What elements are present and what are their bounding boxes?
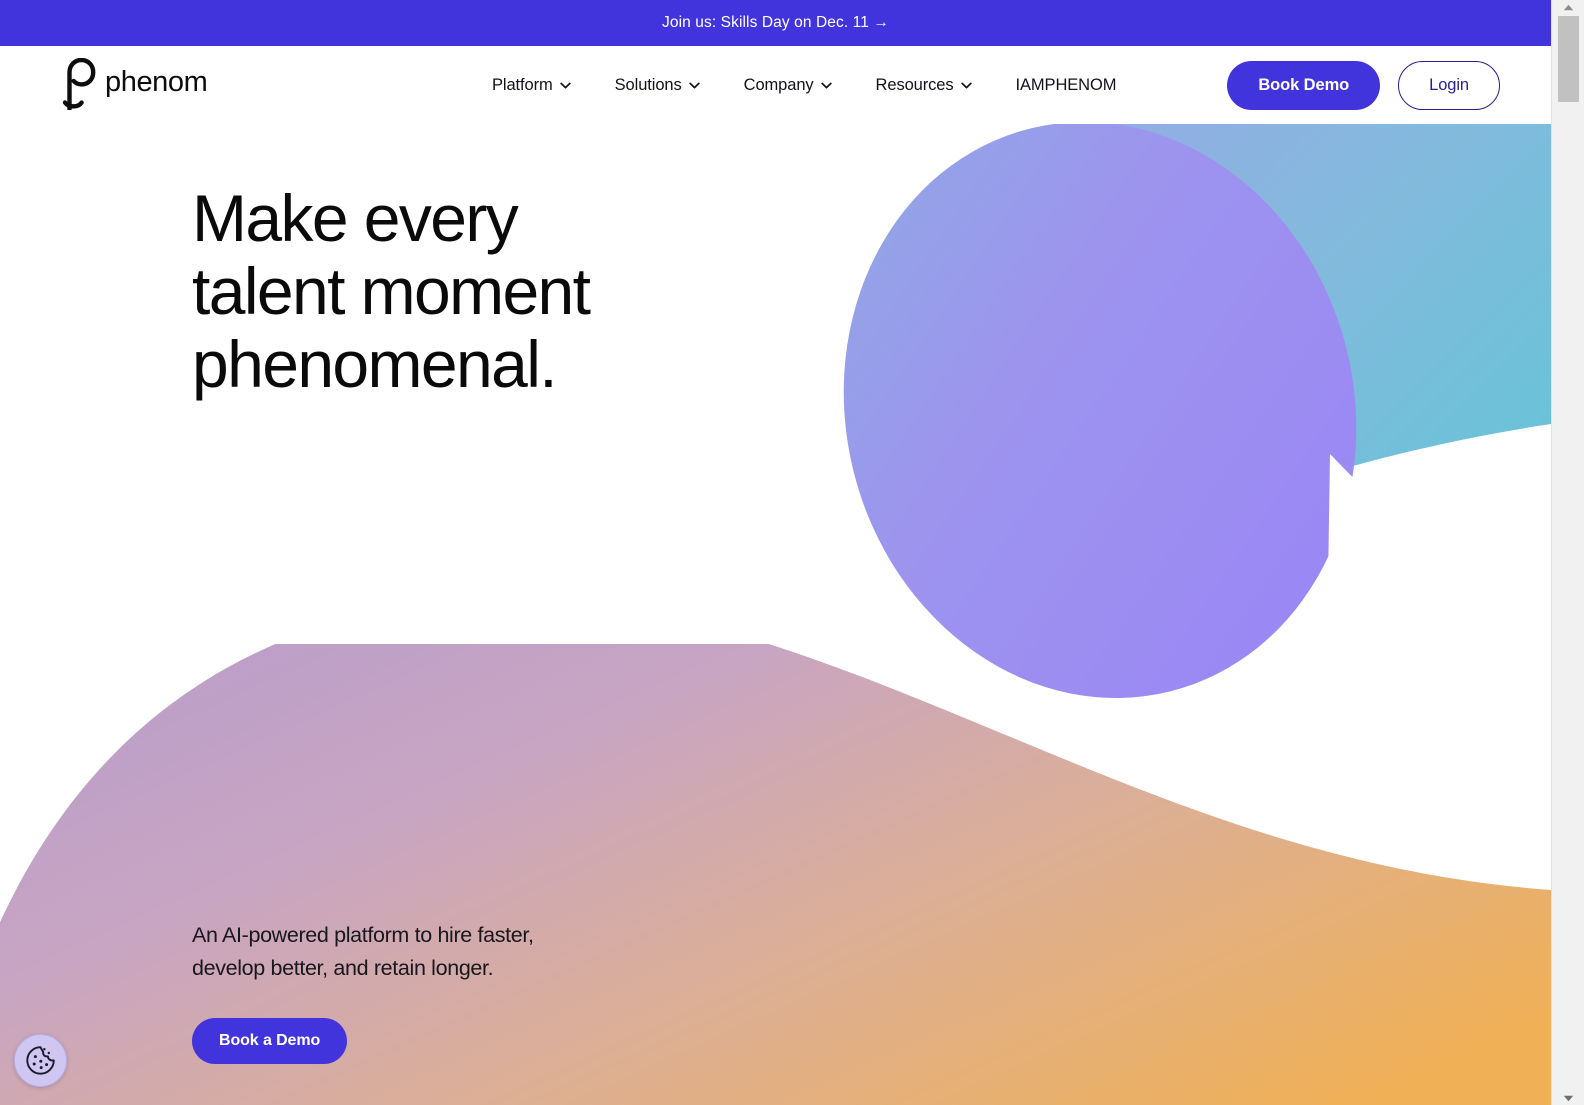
announcement-bar[interactable]: Join us: Skills Day on Dec. 11 →: [0, 0, 1551, 46]
nav-item-iamphenom[interactable]: IAMPHENOM: [1016, 76, 1117, 95]
scroll-down-button[interactable]: [1552, 1091, 1584, 1105]
scrollbar-thumb[interactable]: [1558, 16, 1579, 102]
ribbon-band-purple: [843, 124, 1357, 699]
nav-item-solutions[interactable]: Solutions: [615, 76, 700, 95]
triangle-down-icon: [1563, 1095, 1574, 1101]
header-actions: Book Demo Login: [1227, 46, 1500, 124]
phenom-logo-text: phenom: [105, 65, 208, 98]
hero-section: Make every talent moment phenomenal. An …: [0, 124, 760, 1105]
hero-subheading: An AI-powered platform to hire faster, d…: [192, 923, 534, 980]
book-demo-button[interactable]: Book Demo: [1227, 60, 1381, 110]
nav-item-company[interactable]: Company: [744, 76, 832, 95]
ribbon-outline: [875, 124, 1336, 740]
browser-page: Join us: Skills Day on Dec. 11 → Make ev…: [0, 0, 1584, 1105]
cookie-settings-button[interactable]: [14, 1034, 67, 1087]
hero-headline: Make every talent moment phenomenal.: [192, 181, 591, 401]
nav-label-iamphenom: IAMPHENOM: [1015, 75, 1117, 94]
chevron-down-icon: [820, 82, 832, 88]
nav-label-company: Company: [743, 75, 814, 94]
scroll-up-button[interactable]: [1552, 0, 1584, 14]
nav-label-platform: Platform: [492, 75, 553, 94]
main-navigation: Platform Solutions Company Resources IAM…: [492, 46, 1116, 124]
hero-book-a-demo-button[interactable]: Book a Demo: [192, 1018, 348, 1064]
ribbon-mask-right: [1320, 454, 1551, 1105]
phenom-logo[interactable]: phenom: [62, 58, 208, 110]
nav-label-solutions: Solutions: [614, 75, 682, 94]
nav-item-platform[interactable]: Platform: [492, 76, 571, 95]
chevron-down-icon: [960, 82, 972, 88]
ribbon-band-teal: [950, 124, 1551, 610]
chevron-down-icon: [688, 82, 700, 88]
login-button[interactable]: Login: [1398, 60, 1500, 110]
phenom-logo-mark: [62, 58, 96, 110]
cookie-icon: [26, 1046, 55, 1075]
nav-label-resources: Resources: [875, 75, 954, 94]
chevron-down-icon: [559, 82, 571, 88]
triangle-up-icon: [1563, 4, 1574, 10]
vertical-scrollbar[interactable]: [1551, 0, 1584, 1105]
announcement-text: Join us: Skills Day on Dec. 11 →: [662, 14, 889, 31]
nav-item-resources[interactable]: Resources: [876, 76, 972, 95]
site-header: phenom Platform Solutions Company Resour…: [0, 46, 1551, 124]
ribbon-helper-2: [858, 124, 1317, 706]
page-viewport: Join us: Skills Day on Dec. 11 → Make ev…: [0, 0, 1551, 1105]
ribbon-helper-3: [867, 124, 1551, 719]
